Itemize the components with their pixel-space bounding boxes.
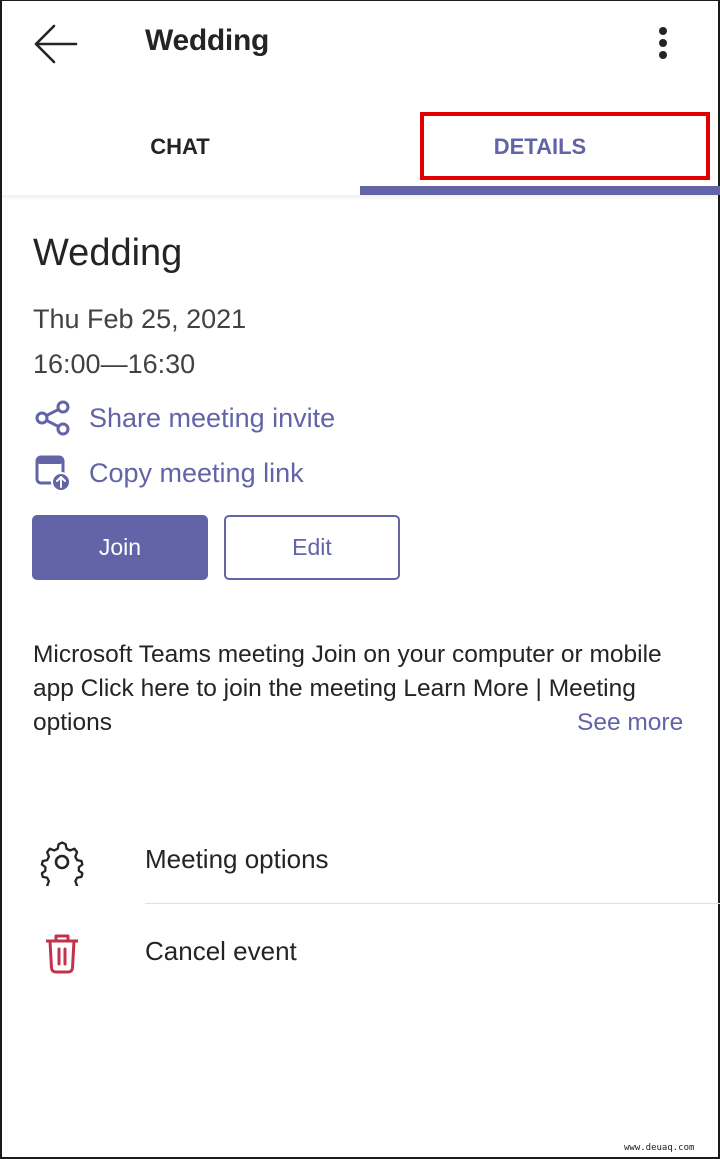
meeting-options-label: Meeting options — [145, 844, 329, 874]
tab-chat[interactable]: CHAT — [0, 100, 360, 195]
edit-button[interactable]: Edit — [224, 515, 400, 580]
tab-details[interactable]: DETAILS — [360, 100, 720, 195]
join-button[interactable]: Join — [32, 515, 208, 580]
gear-icon — [38, 838, 86, 886]
trash-icon — [38, 930, 86, 978]
see-more-link[interactable]: See more — [577, 706, 683, 740]
copy-meeting-link[interactable]: Copy meeting link — [33, 453, 304, 493]
event-title: Wedding — [33, 232, 183, 274]
arrow-left-icon — [34, 24, 78, 64]
app-header: Wedding — [0, 0, 720, 90]
cancel-event-item[interactable]: Cancel event — [0, 912, 720, 992]
calendar-upload-icon — [33, 453, 73, 493]
header-title: Wedding — [145, 24, 269, 57]
back-button[interactable] — [30, 22, 82, 66]
watermark: www.deuaq.com — [624, 1143, 695, 1153]
meeting-options-item[interactable]: Meeting options — [0, 820, 720, 900]
event-date: Thu Feb 25, 2021 — [33, 304, 247, 334]
cancel-event-label: Cancel event — [145, 936, 297, 966]
share-icon — [33, 398, 73, 438]
event-time: 16:00—16:30 — [33, 349, 196, 379]
copy-meeting-link-label: Copy meeting link — [89, 457, 304, 488]
more-vertical-icon — [659, 27, 667, 59]
menu-divider — [145, 903, 720, 904]
active-tab-indicator — [360, 186, 720, 195]
tab-bar: CHAT DETAILS — [0, 100, 720, 195]
share-meeting-invite-label: Share meeting invite — [89, 402, 336, 433]
share-meeting-invite-link[interactable]: Share meeting invite — [33, 398, 335, 438]
more-options-button[interactable] — [650, 24, 676, 64]
